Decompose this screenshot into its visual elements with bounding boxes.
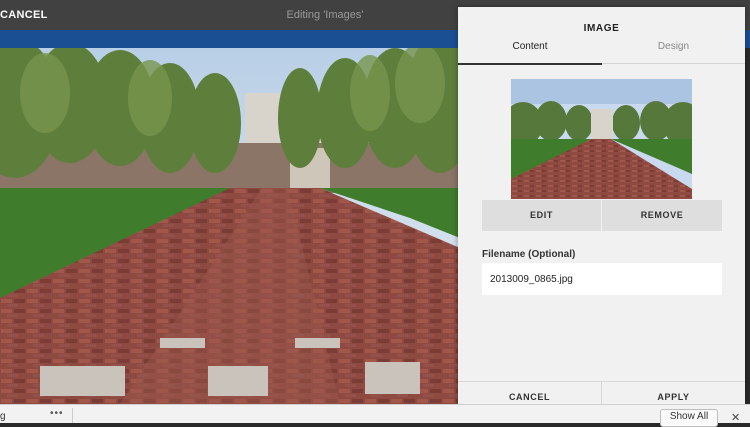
download-bar: g ••• Show All ✕	[0, 404, 750, 427]
edit-image-button[interactable]: EDIT	[482, 200, 601, 231]
show-all-button[interactable]: Show All	[660, 409, 718, 427]
filename-label: Filename (Optional)	[482, 249, 576, 260]
editing-title: Editing 'Images'	[286, 9, 364, 21]
panel-cancel-button[interactable]: CANCEL	[458, 382, 602, 405]
apply-button[interactable]: APPLY	[602, 382, 745, 405]
remove-image-button[interactable]: REMOVE	[602, 200, 722, 231]
filename-input[interactable]	[482, 263, 722, 295]
more-horizontal-icon[interactable]: •••	[50, 408, 64, 419]
download-item-name[interactable]: g	[0, 411, 6, 422]
panel-title: IMAGE	[583, 23, 620, 34]
background-photo	[0, 48, 460, 404]
image-thumbnail	[511, 79, 692, 199]
download-divider	[72, 408, 73, 423]
panel-footer: CANCEL APPLY	[458, 381, 745, 405]
close-icon[interactable]: ✕	[731, 411, 740, 424]
top-cancel-button[interactable]: CANCEL	[0, 9, 48, 21]
image-block-panel: IMAGE Content Design EDIT REMOVE Filenam…	[458, 7, 745, 405]
tab-design[interactable]: Design	[602, 40, 745, 64]
tab-content[interactable]: Content	[458, 40, 602, 65]
